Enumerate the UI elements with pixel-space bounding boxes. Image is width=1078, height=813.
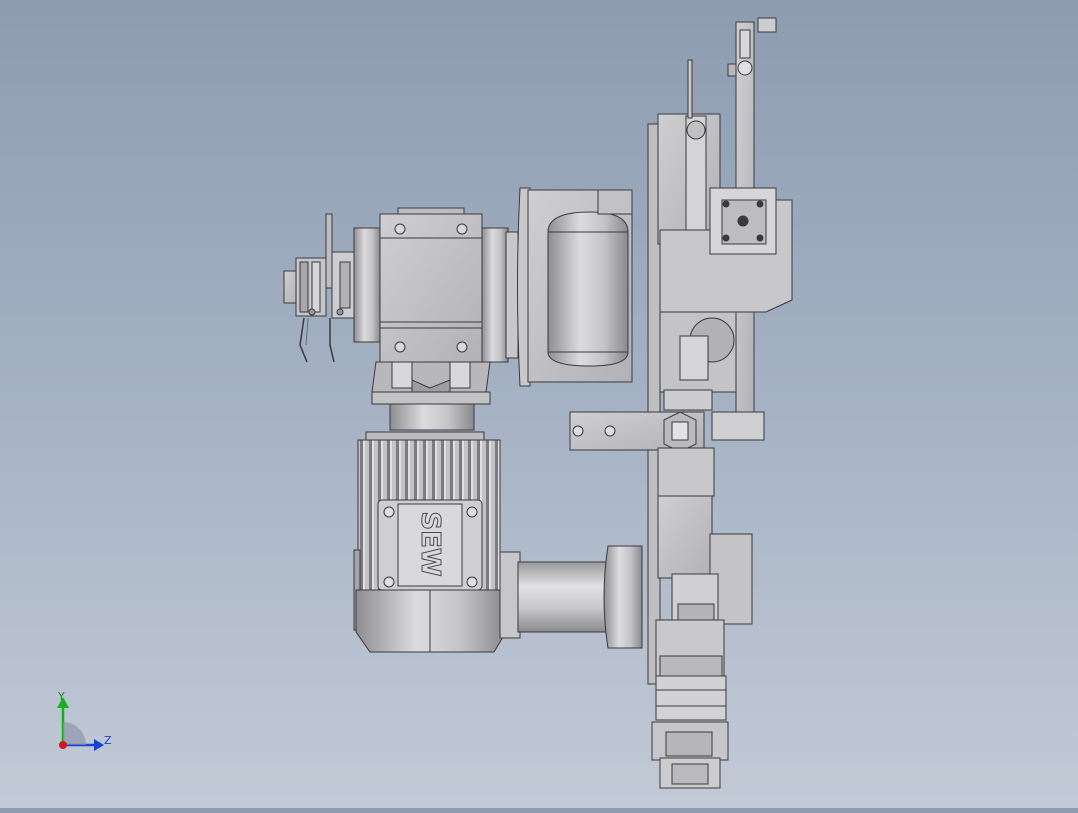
motor-brand-label: SEW — [415, 511, 445, 576]
lower-carriage — [651, 495, 753, 789]
z-axis-arrow — [94, 739, 104, 751]
z-axis-label: Z — [104, 734, 112, 747]
sew-motor: SEW — [353, 431, 507, 653]
y-axis-label: Y — [57, 690, 65, 703]
motor-flange — [517, 187, 633, 387]
lower-drive-shaft — [499, 545, 643, 649]
left-shaft-assembly — [283, 213, 381, 363]
gearbox-housing — [371, 207, 519, 431]
cad-viewport[interactable]: SEW Y Z — [0, 0, 1078, 808]
x-axis-origin — [59, 741, 67, 749]
axis-triad: Y Z — [57, 690, 112, 751]
